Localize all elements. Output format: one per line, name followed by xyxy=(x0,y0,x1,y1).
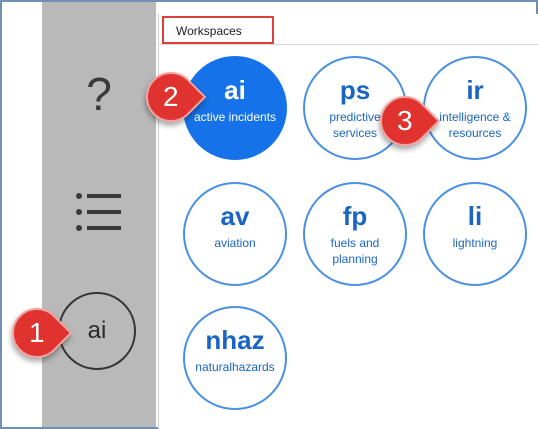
workspace-natural-hazards[interactable]: nhaz naturalhazards xyxy=(183,306,287,410)
list-icon[interactable] xyxy=(74,190,124,234)
left-strip xyxy=(2,2,42,427)
workspace-intelligence-resources[interactable]: ir intelligence & resources xyxy=(423,56,527,160)
step-callout-number: 2 xyxy=(163,80,179,112)
sidebar: ? ai xyxy=(42,2,156,427)
workspace-desc: intelligence & resources xyxy=(439,110,511,140)
workspace-abbr: av xyxy=(220,201,250,231)
workspace-lightning[interactable]: li lightning xyxy=(423,182,527,286)
workspace-abbr: nhaz xyxy=(205,325,265,355)
workspace-fuels-planning[interactable]: fp fuels and planning xyxy=(303,182,407,286)
workspace-abbr: fp xyxy=(342,201,368,231)
workspace-aviation[interactable]: av aviation xyxy=(183,182,287,286)
panel-header-divider xyxy=(158,44,538,45)
workspace-abbr: ir xyxy=(466,75,484,105)
workspace-desc: fuels and planning xyxy=(330,236,380,266)
workspace-active-incidents[interactable]: ai active incidents xyxy=(183,56,287,160)
workspace-abbr: ai xyxy=(224,75,246,105)
help-icon[interactable]: ? xyxy=(42,66,156,122)
workspaces-title: Workspaces xyxy=(162,16,274,44)
workspace-abbr: ps xyxy=(339,75,371,105)
step-callout-number: 3 xyxy=(397,104,413,136)
workspace-desc: lightning xyxy=(452,236,498,250)
workspace-abbr: li xyxy=(467,201,483,231)
workspace-desc: active incidents xyxy=(193,110,277,124)
workspace-desc: naturalhazards xyxy=(195,360,275,374)
step-callout-number: 1 xyxy=(29,316,45,348)
workspace-desc: aviation xyxy=(214,236,256,250)
